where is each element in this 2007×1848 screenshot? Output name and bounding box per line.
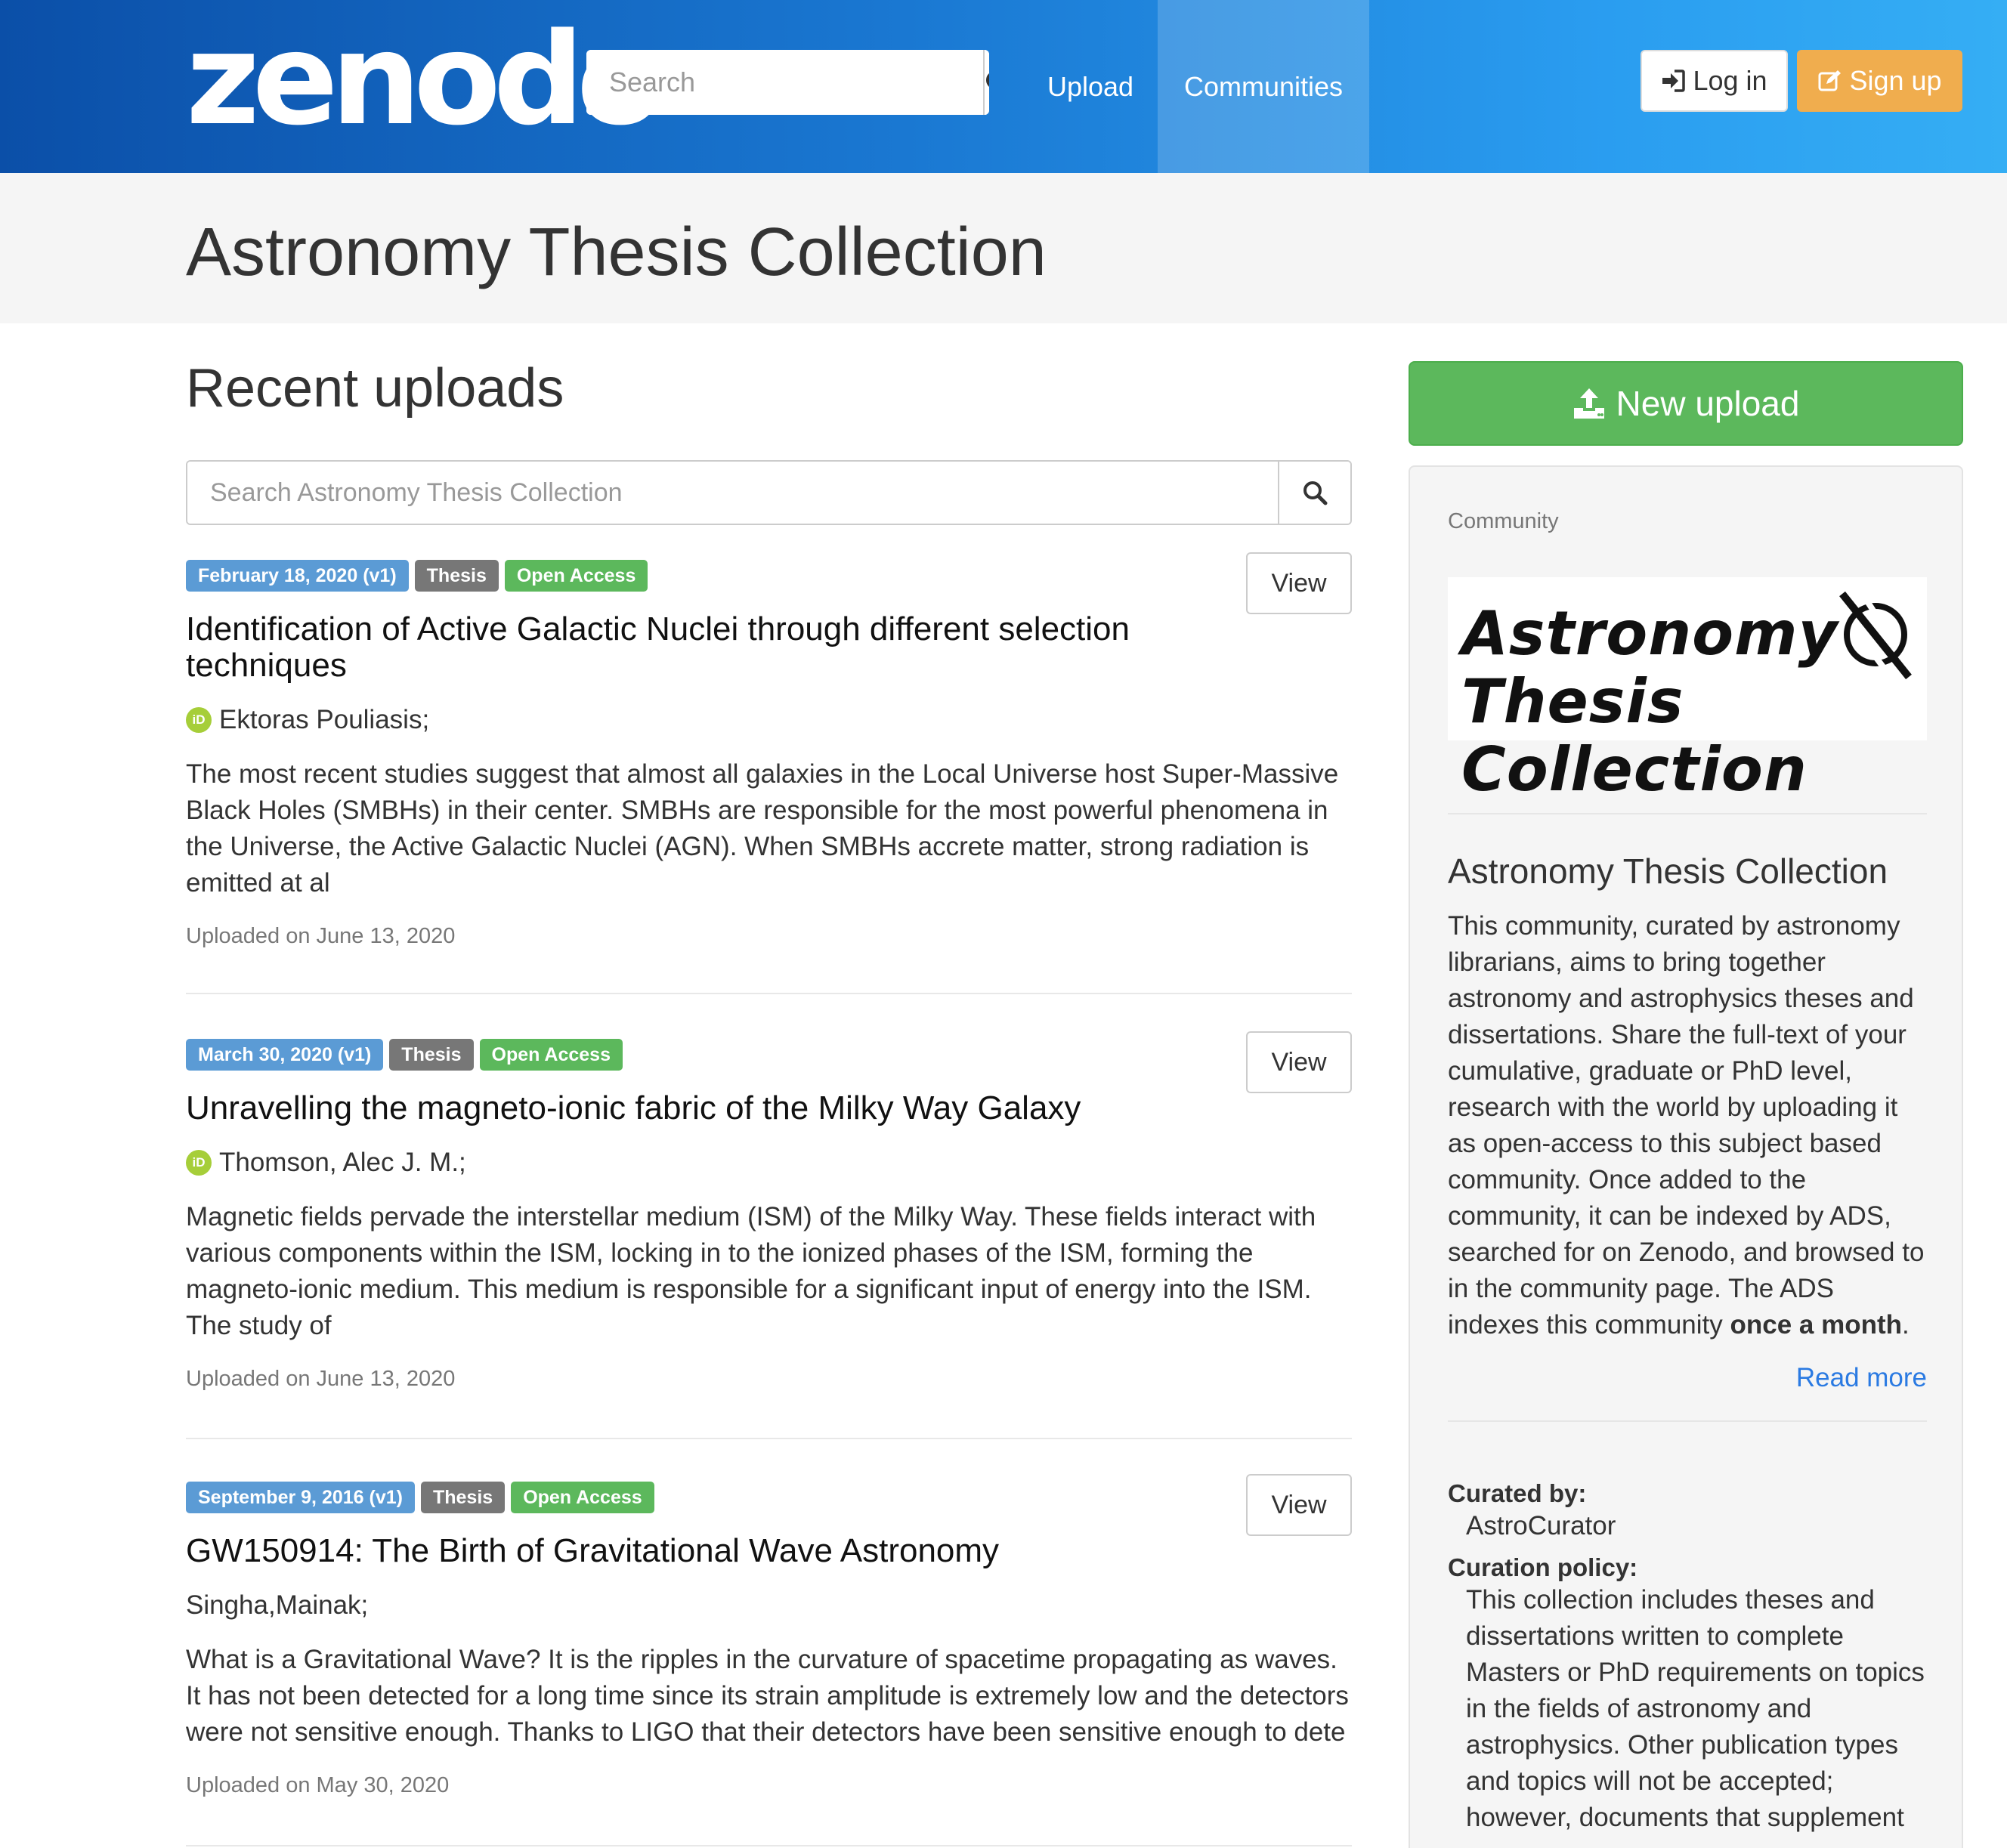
upload-icon bbox=[1573, 388, 1604, 419]
curated-by-label: Curated by: bbox=[1448, 1479, 1587, 1507]
resource-type-badge[interactable]: Thesis bbox=[414, 560, 499, 592]
new-upload-label: New upload bbox=[1616, 384, 1800, 423]
record-description: What is a Gravitational Wave? It is the … bbox=[186, 1645, 1349, 1747]
community-logo: Astronomy Thesis Collection bbox=[1448, 577, 1927, 804]
navbar: zenodo Upload Communities Log in Sign up bbox=[0, 0, 2007, 173]
edit-icon bbox=[1818, 70, 1842, 91]
page-title: Astronomy Thesis Collection bbox=[186, 215, 1047, 290]
orcid-icon[interactable]: iD bbox=[186, 1150, 212, 1176]
record-item: March 30, 2020 (v1) Thesis Open Access V… bbox=[186, 1031, 1352, 1439]
view-button[interactable]: View bbox=[1246, 552, 1352, 614]
login-button[interactable]: Log in bbox=[1641, 50, 1788, 112]
publication-date-badge[interactable]: March 30, 2020 (v1) bbox=[186, 1039, 384, 1071]
record-description: Magnetic fields pervade the interstellar… bbox=[186, 1202, 1316, 1340]
record-item: February 18, 2020 (v1) Thesis Open Acces… bbox=[186, 552, 1352, 994]
access-right-badge[interactable]: Open Access bbox=[504, 560, 648, 592]
community-label: Community bbox=[1448, 509, 1559, 533]
record-badges: February 18, 2020 (v1) Thesis Open Acces… bbox=[186, 560, 1352, 592]
curation-policy-label: Curation policy: bbox=[1448, 1553, 1638, 1581]
curation-policy-value: This collection includes theses and diss… bbox=[1466, 1585, 1925, 1832]
record-title[interactable]: Unravelling the magneto-ionic fabric of … bbox=[186, 1090, 1191, 1126]
author-name: Thomson, Alec J. M.; bbox=[219, 1148, 466, 1177]
record-description: The most recent studies suggest that alm… bbox=[186, 759, 1339, 898]
upload-date: Uploaded on June 13, 2020 bbox=[186, 924, 456, 948]
curation-meta: Curated by: AstroCurator Curation policy… bbox=[1448, 1479, 1927, 1836]
record-badges: September 9, 2016 (v1) Thesis Open Acces… bbox=[186, 1482, 1352, 1513]
login-label: Log in bbox=[1693, 65, 1767, 96]
panel-divider bbox=[1448, 813, 1927, 814]
signup-button[interactable]: Sign up bbox=[1797, 50, 1962, 112]
telescope-icon bbox=[1839, 589, 1912, 680]
community-search-button[interactable] bbox=[1278, 462, 1350, 524]
record-item: September 9, 2016 (v1) Thesis Open Acces… bbox=[186, 1474, 1352, 1846]
record-badges: March 30, 2020 (v1) Thesis Open Access bbox=[186, 1039, 1352, 1071]
upload-date: Uploaded on May 30, 2020 bbox=[186, 1773, 450, 1797]
community-title: Astronomy Thesis Collection bbox=[1448, 851, 1888, 891]
author-name: Singha,Mainak; bbox=[186, 1590, 369, 1620]
record-title[interactable]: GW150914: The Birth of Gravitational Wav… bbox=[186, 1533, 1191, 1569]
global-search-input[interactable] bbox=[586, 50, 983, 115]
access-right-badge[interactable]: Open Access bbox=[511, 1482, 654, 1513]
nav-communities-label: Communities bbox=[1183, 70, 1344, 102]
recent-uploads-title: Recent uploads bbox=[186, 358, 564, 419]
orcid-icon[interactable]: iD bbox=[186, 707, 212, 733]
nav-communities-link[interactable]: Communities bbox=[1158, 0, 1369, 173]
new-upload-button[interactable]: New upload bbox=[1409, 361, 1963, 446]
community-search bbox=[186, 460, 1352, 525]
search-icon bbox=[986, 73, 989, 87]
community-search-input[interactable] bbox=[187, 462, 1278, 524]
resource-type-badge[interactable]: Thesis bbox=[420, 1482, 506, 1513]
view-button[interactable]: View bbox=[1246, 1031, 1352, 1093]
page-header: Astronomy Thesis Collection bbox=[0, 173, 2007, 323]
record-authors: iD Ektoras Pouliasis; bbox=[186, 705, 1352, 735]
record-authors: Singha,Mainak; bbox=[186, 1590, 1352, 1621]
search-icon bbox=[1303, 481, 1328, 505]
community-description: This community, curated by astronomy lib… bbox=[1448, 911, 1925, 1340]
signup-label: Sign up bbox=[1849, 65, 1942, 96]
resource-type-badge[interactable]: Thesis bbox=[389, 1039, 474, 1071]
author-name: Ektoras Pouliasis; bbox=[219, 705, 430, 734]
upload-date: Uploaded on June 13, 2020 bbox=[186, 1367, 456, 1391]
record-authors: iD Thomson, Alec J. M.; bbox=[186, 1148, 1352, 1178]
panel-divider bbox=[1448, 1420, 1927, 1422]
global-search bbox=[586, 50, 989, 115]
global-search-button[interactable] bbox=[983, 50, 989, 115]
sign-in-icon bbox=[1662, 70, 1686, 92]
record-title[interactable]: Identification of Active Galactic Nuclei… bbox=[186, 611, 1191, 684]
publication-date-badge[interactable]: September 9, 2016 (v1) bbox=[186, 1482, 415, 1513]
access-right-badge[interactable]: Open Access bbox=[479, 1039, 623, 1071]
nav-upload-link[interactable]: Upload bbox=[1047, 0, 1133, 173]
curated-by-value[interactable]: AstroCurator bbox=[1448, 1508, 1927, 1544]
read-more-link[interactable]: Read more bbox=[1448, 1363, 1927, 1393]
publication-date-badge[interactable]: February 18, 2020 (v1) bbox=[186, 560, 409, 592]
community-panel: Community Astronomy Thesis Collection As… bbox=[1409, 465, 1963, 1848]
view-button[interactable]: View bbox=[1246, 1474, 1352, 1536]
